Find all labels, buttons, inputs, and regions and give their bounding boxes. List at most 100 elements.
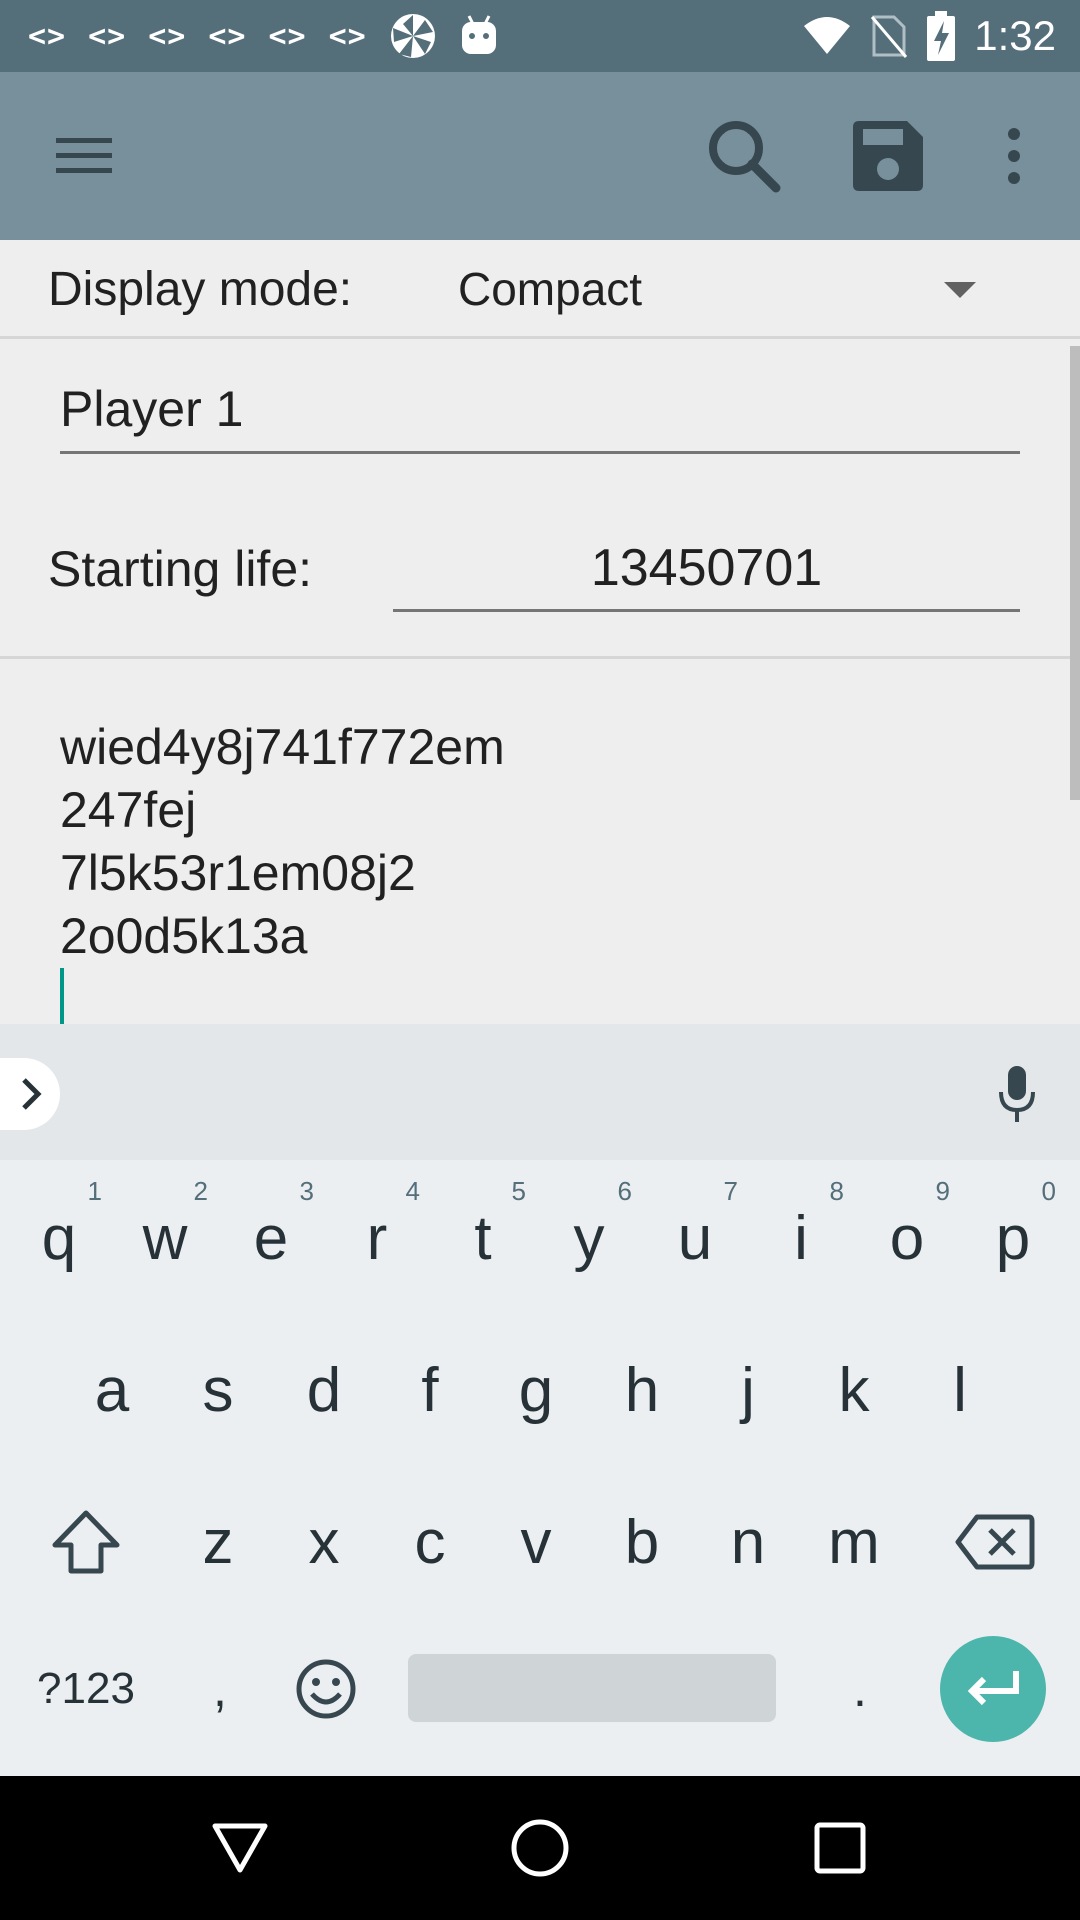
key-e[interactable]: e3 [218, 1168, 324, 1308]
debug-code-icon: <> [148, 18, 187, 54]
scrollbar[interactable] [1070, 346, 1080, 800]
key-x[interactable]: x [271, 1472, 377, 1612]
key-label: e [253, 1203, 289, 1273]
display-mode-row: Display mode: Compact [0, 240, 1080, 336]
key-label: p [995, 1203, 1031, 1273]
period-key[interactable]: . [820, 1634, 900, 1744]
suggestion-strip [0, 1024, 1080, 1160]
notes-line: 247fej [60, 782, 197, 838]
key-label: r [366, 1203, 388, 1273]
divider [0, 656, 1080, 659]
key-hint: 2 [193, 1176, 208, 1206]
starting-life-field[interactable]: 13450701 [393, 530, 1020, 612]
key-q[interactable]: q1 [6, 1168, 112, 1308]
key-u[interactable]: u7 [642, 1168, 748, 1308]
key-v[interactable]: v [483, 1472, 589, 1612]
key-z[interactable]: z [165, 1472, 271, 1612]
notes-line: 2o0d5k13a [60, 908, 308, 964]
key-k[interactable]: k [801, 1320, 907, 1460]
display-mode-label: Display mode: [48, 263, 353, 316]
key-n[interactable]: n [695, 1472, 801, 1612]
back-icon[interactable] [180, 1776, 300, 1920]
microphone-icon[interactable] [982, 1058, 1052, 1130]
enter-icon [967, 1671, 1019, 1706]
toolbar [0, 72, 1080, 240]
wifi-icon [804, 17, 851, 54]
key-hint: 9 [935, 1176, 950, 1206]
key-f[interactable]: f [377, 1320, 483, 1460]
key-b[interactable]: b [589, 1472, 695, 1612]
key-g[interactable]: g [483, 1320, 589, 1460]
battery-charging-icon [927, 11, 956, 61]
key-hint: 4 [405, 1176, 420, 1206]
key-i[interactable]: i8 [748, 1168, 854, 1308]
notes-line: 7l5k53r1em08j2 [60, 845, 416, 901]
debug-code-icon: <> [88, 18, 127, 54]
key-t[interactable]: t5 [430, 1168, 536, 1308]
key-h[interactable]: h [589, 1320, 695, 1460]
key-p[interactable]: p0 [960, 1168, 1066, 1308]
backspace-key[interactable] [940, 1472, 1050, 1612]
save-icon[interactable] [838, 72, 938, 240]
key-l[interactable]: l [907, 1320, 1013, 1460]
no-sim-icon [871, 15, 908, 58]
shift-icon [52, 1510, 120, 1574]
comma-key[interactable]: , [180, 1634, 260, 1744]
debug-code-icon: <> [268, 18, 307, 54]
key-label: u [677, 1203, 713, 1273]
system-icons: 1:32 [802, 0, 1056, 72]
key-j[interactable]: j [695, 1320, 801, 1460]
key-c[interactable]: c [377, 1472, 483, 1612]
android-icon [461, 15, 496, 54]
key-label: q [41, 1203, 77, 1273]
clock: 1:32 [974, 12, 1056, 59]
dropdown-arrow-icon[interactable] [944, 282, 976, 298]
pinwheel-icon [390, 14, 435, 58]
notes-line: wied4y8j741f772em [60, 719, 505, 775]
debug-code-icon: <> [328, 18, 367, 54]
emoji-icon [296, 1659, 356, 1719]
key-label: i [794, 1203, 808, 1273]
notes-textarea[interactable]: wied4y8j741f772em 247fej 7l5k53r1em08j2 … [60, 716, 505, 968]
key-label: o [889, 1203, 925, 1273]
debug-code-icon: <> [208, 18, 247, 54]
hamburger-menu-icon[interactable] [36, 72, 132, 240]
notification-icons: <> <> <> <> <> <> [28, 0, 499, 72]
backspace-icon [955, 1514, 1035, 1570]
display-mode-select[interactable]: Compact [458, 262, 642, 316]
key-r[interactable]: r4 [324, 1168, 430, 1308]
key-label: w [142, 1203, 188, 1273]
more-vert-icon[interactable] [984, 72, 1044, 240]
key-hint: 1 [87, 1176, 102, 1206]
key-d[interactable]: d [271, 1320, 377, 1460]
enter-key[interactable] [940, 1636, 1046, 1742]
soft-keyboard: q1 w2 e3 r4 t5 y6 u7 i8 o9 p0 a s d f g … [0, 1024, 1080, 1776]
key-hint: 5 [511, 1176, 526, 1206]
emoji-key[interactable] [280, 1634, 372, 1744]
key-o[interactable]: o9 [854, 1168, 960, 1308]
space-bar[interactable] [408, 1654, 776, 1722]
key-hint: 8 [829, 1176, 844, 1206]
key-hint: 3 [299, 1176, 314, 1206]
key-m[interactable]: m [801, 1472, 907, 1612]
status-bar: <> <> <> <> <> <> 1:32 [0, 0, 1080, 72]
key-y[interactable]: y6 [536, 1168, 642, 1308]
key-hint: 6 [617, 1176, 632, 1206]
key-w[interactable]: w2 [112, 1168, 218, 1308]
divider [0, 336, 1080, 339]
recents-icon[interactable] [780, 1776, 900, 1920]
key-label: y [573, 1203, 605, 1273]
key-label: t [474, 1203, 492, 1273]
key-a[interactable]: a [59, 1320, 165, 1460]
shift-key[interactable] [32, 1472, 140, 1612]
debug-code-icon: <> [28, 18, 67, 54]
text-cursor [60, 968, 64, 1028]
navigation-bar [0, 1776, 1080, 1920]
key-s[interactable]: s [165, 1320, 271, 1460]
player-name-field[interactable]: Player 1 [60, 372, 1020, 454]
starting-life-label: Starting life: [48, 541, 313, 597]
chevron-right-icon[interactable] [0, 1058, 60, 1130]
search-icon[interactable] [694, 72, 794, 240]
home-icon[interactable] [480, 1776, 600, 1920]
symbols-key[interactable]: ?123 [24, 1634, 148, 1744]
